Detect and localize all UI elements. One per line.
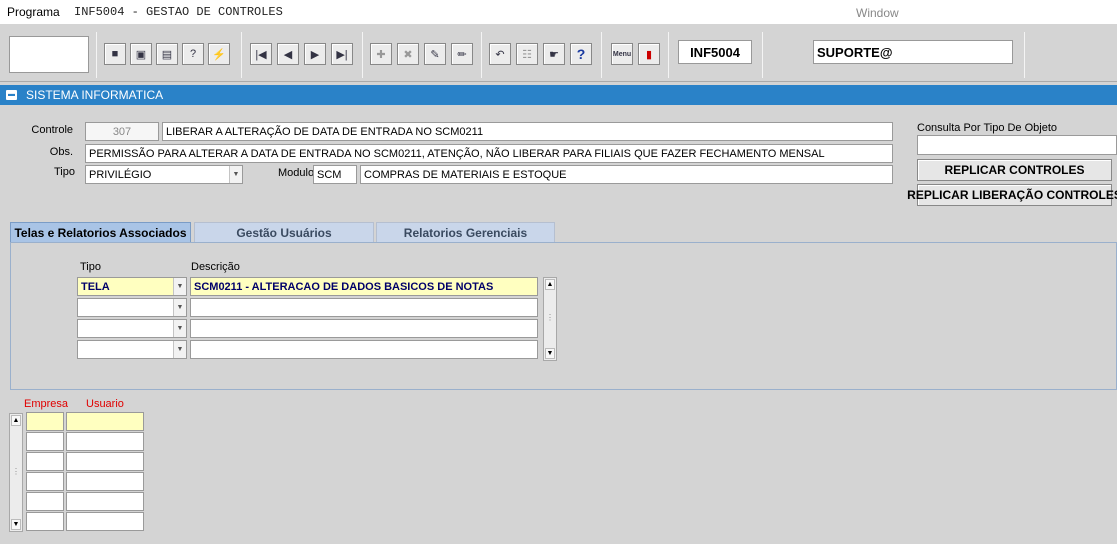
column-header-tipo: Tipo [80,261,101,273]
hand-icon[interactable]: ☛ [543,43,565,65]
descricao-cell[interactable] [190,340,538,359]
chevron-down-icon[interactable]: ▼ [173,299,186,316]
tab-telas-relatorios[interactable]: Telas e Relatorios Associados [10,222,191,242]
usuario-cell[interactable] [66,492,144,511]
menu-programa[interactable]: Programa [7,5,60,19]
empresa-cell[interactable] [26,492,64,511]
clear-record-icon[interactable]: ✎ [424,43,446,65]
consulta-label: Consulta Por Tipo De Objeto [917,122,1058,134]
empresa-cell[interactable] [26,452,64,471]
chevron-down-icon[interactable]: ▼ [173,341,186,358]
controle-description-field[interactable]: LIBERAR A ALTERAÇÃO DE DATA DE ENTRADA N… [162,122,893,141]
exit-icon[interactable]: ▮ [638,43,660,65]
user-field: SUPORTE@ [813,40,1013,64]
last-record-icon[interactable]: ▶| [331,43,353,65]
save-icon[interactable]: ■ [104,43,126,65]
consulta-field[interactable] [917,135,1117,155]
modulo-label: Modulo [278,167,315,179]
menu-bar: Programa INF5004 - GESTAO DE CONTROLES W… [0,0,1117,24]
insert-record-icon[interactable]: ✚ [370,43,392,65]
chevron-down-icon[interactable]: ▼ [173,320,186,337]
replicar-controles-button[interactable]: REPLICAR CONTROLES [917,159,1112,181]
menu-window[interactable]: Window [856,6,899,20]
empresa-cell[interactable] [26,412,64,431]
tipo-cell[interactable]: ▼ [77,298,187,317]
form-icon: ▬ [6,90,17,100]
modulo-description-field[interactable]: COMPRAS DE MATERIAIS E ESTOQUE [360,165,893,184]
first-record-icon[interactable]: |◀ [250,43,272,65]
obs-field[interactable]: PERMISSÃO PARA ALTERAR A DATA DE ENTRADA… [85,144,893,163]
menu-icon[interactable]: Menu [611,43,633,65]
scroll-down-icon[interactable]: ▼ [11,519,21,530]
chevron-down-icon[interactable]: ▼ [229,166,242,183]
usuario-cell[interactable] [66,452,144,471]
tipo-cell-value: TELA [81,281,110,293]
controle-code-field[interactable]: 307 [85,122,159,141]
query-icon[interactable]: ? [182,43,204,65]
column-header-descricao: Descrição [191,261,240,273]
descricao-cell[interactable] [190,298,538,317]
descricao-cell[interactable] [190,319,538,338]
empresa-cell[interactable] [26,472,64,491]
empresa-cell[interactable] [26,432,64,451]
column-header-usuario: Usuario [86,398,124,410]
previous-record-icon[interactable]: ◀ [277,43,299,65]
tipo-label: Tipo [54,166,75,178]
help-icon[interactable]: ? [570,43,592,65]
section-title: SISTEMA INFORMATICA [26,88,164,102]
print-icon[interactable]: ▤ [156,43,178,65]
usuario-cell[interactable] [66,412,144,431]
tipo-cell[interactable]: ▼ [77,340,187,359]
modulo-code-field[interactable]: SCM [313,165,357,184]
associados-scrollbar[interactable]: ▲ ⋮ ▼ [543,277,557,361]
scroll-up-icon[interactable]: ▲ [545,279,555,290]
delete-record-icon[interactable]: ✖ [397,43,419,65]
logo-box [9,36,89,73]
tipo-cell[interactable]: TELA ▼ [77,277,187,296]
usuario-cell[interactable] [66,472,144,491]
window-title: INF5004 - GESTAO DE CONTROLES [74,5,283,19]
toolbar: ■ ▣ ▤ ? ⚡ |◀ ◀ ▶ ▶| ✚ ✖ ✎ ✏ ↶ ☷ ☛ ? Menu… [0,24,1117,82]
edit-icon[interactable]: ✏ [451,43,473,65]
section-header: ▬ SISTEMA INFORMATICA [0,85,1117,105]
scroll-down-icon[interactable]: ▼ [545,348,555,359]
form-code: INF5004 [678,40,752,64]
usuario-cell[interactable] [66,512,144,531]
controle-label: Controle [31,124,73,136]
usuarios-scrollbar[interactable]: ▲ ⋮ ▼ [9,413,23,532]
undo-icon[interactable]: ↶ [489,43,511,65]
clipboard-icon[interactable]: ☷ [516,43,538,65]
descricao-cell[interactable]: SCM0211 - ALTERACAO DE DADOS BASICOS DE … [190,277,538,296]
next-record-icon[interactable]: ▶ [304,43,326,65]
scroll-grip-icon[interactable]: ⋮ [12,468,20,476]
tipo-select[interactable]: PRIVILÉGIO ▼ [85,165,243,184]
execute-query-icon[interactable]: ⚡ [208,43,230,65]
scroll-grip-icon[interactable]: ⋮ [546,314,554,322]
replicar-liberacao-button[interactable]: REPLICAR LIBERAÇÃO CONTROLES [907,184,1117,206]
tab-gestao-usuarios[interactable]: Gestão Usuários [194,222,374,242]
column-header-empresa: Empresa [24,398,69,410]
usuario-cell[interactable] [66,432,144,451]
obs-label: Obs. [49,146,73,158]
chevron-down-icon[interactable]: ▼ [173,278,186,295]
tipo-select-value: PRIVILÉGIO [89,169,152,181]
tab-relatorios-gerenciais[interactable]: Relatorios Gerenciais [376,222,555,242]
window-icon[interactable]: ▣ [130,43,152,65]
scroll-up-icon[interactable]: ▲ [11,415,21,426]
tipo-cell[interactable]: ▼ [77,319,187,338]
empresa-cell[interactable] [26,512,64,531]
